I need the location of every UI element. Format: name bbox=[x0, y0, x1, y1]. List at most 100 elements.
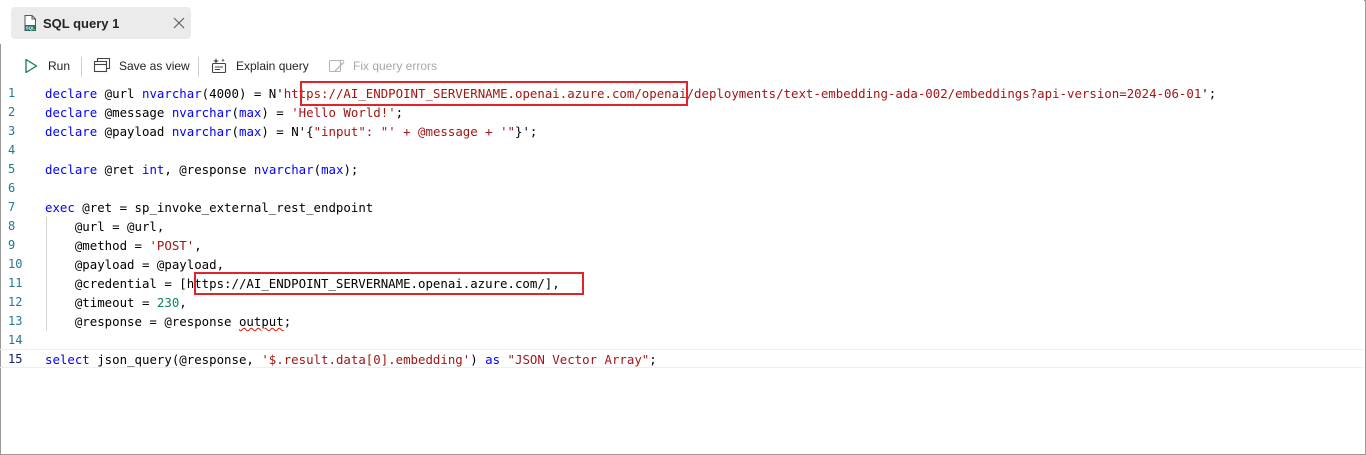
save-view-icon bbox=[93, 57, 111, 73]
code-token: max bbox=[321, 162, 344, 177]
code-token: max bbox=[238, 105, 262, 120]
save-as-view-label: Save as view bbox=[119, 59, 190, 73]
code-text: declare @ret int, @response nvarchar(max… bbox=[45, 160, 358, 179]
tab-sql-query-1[interactable]: SQL SQL query 1 bbox=[11, 7, 191, 39]
toolbar-divider bbox=[198, 57, 199, 77]
code-line[interactable]: 14 bbox=[0, 331, 1364, 350]
code-token: @method = bbox=[45, 238, 150, 253]
code-line[interactable]: 3 declare @payload nvarchar(max) = N'{"in… bbox=[0, 122, 1364, 141]
code-token: ; bbox=[283, 314, 292, 329]
url-highlight-box bbox=[300, 81, 688, 106]
code-token: declare bbox=[45, 86, 98, 101]
explain-query-label: Explain query bbox=[236, 59, 309, 73]
svg-text:SQL: SQL bbox=[26, 26, 36, 31]
code-line[interactable]: 8 @url = @url, bbox=[0, 217, 1364, 236]
save-as-view-button[interactable]: Save as view bbox=[93, 56, 190, 76]
code-token: '; bbox=[1201, 86, 1217, 101]
explain-query-button[interactable]: Explain query bbox=[210, 56, 309, 76]
code-text: @url = @url, bbox=[45, 217, 165, 236]
code-token: ) = bbox=[261, 105, 292, 120]
play-icon bbox=[25, 58, 38, 74]
code-token: (4000) = N' bbox=[201, 86, 284, 101]
code-token: "input": "' + @message + '" bbox=[313, 124, 516, 139]
code-token: ; bbox=[395, 105, 404, 120]
run-button[interactable]: Run bbox=[22, 56, 70, 76]
code-line[interactable]: 6 bbox=[0, 179, 1364, 198]
code-line[interactable]: 13 @response = @response output; bbox=[0, 312, 1364, 331]
code-text: select json_query(@response, '$.result.d… bbox=[45, 350, 657, 369]
code-token: @url = @url, bbox=[45, 219, 165, 234]
wrench-icon bbox=[328, 59, 345, 73]
code-line[interactable]: 7 exec @ret = sp_invoke_external_rest_end… bbox=[0, 198, 1364, 217]
code-token: ) = N'{ bbox=[261, 124, 314, 139]
code-token: nvarchar bbox=[253, 162, 314, 177]
line-number: 8 bbox=[8, 219, 16, 233]
code-line[interactable]: 4 bbox=[0, 141, 1364, 160]
code-token: exec bbox=[45, 200, 75, 215]
code-token: '$.result.data[0].embedding' bbox=[261, 352, 471, 367]
code-token: nvarchar bbox=[171, 105, 232, 120]
fix-query-errors-label: Fix query errors bbox=[353, 59, 438, 73]
code-token: @payload bbox=[97, 124, 172, 139]
line-number: 11 bbox=[8, 276, 23, 290]
line-number: 15 bbox=[8, 352, 23, 366]
code-text: declare @payload nvarchar(max) = N'{"inp… bbox=[45, 122, 537, 141]
code-token: 'POST' bbox=[149, 238, 195, 253]
line-number: 7 bbox=[8, 200, 16, 214]
code-token: , @response bbox=[164, 162, 254, 177]
code-token: @timeout = bbox=[45, 295, 157, 310]
code-token: ; bbox=[649, 352, 657, 367]
close-icon[interactable] bbox=[172, 16, 186, 30]
code-line[interactable]: 12 @timeout = 230, bbox=[0, 293, 1364, 312]
code-token: ( bbox=[231, 105, 239, 120]
code-line[interactable]: 9 @method = 'POST', bbox=[0, 236, 1364, 255]
code-token: int bbox=[141, 162, 165, 177]
line-number: 2 bbox=[8, 105, 16, 119]
line-number: 6 bbox=[8, 181, 16, 195]
code-editor[interactable]: 1 declare @url nvarchar(4000) = N'https:/… bbox=[0, 81, 1364, 454]
code-token: json_query(@response, bbox=[89, 352, 262, 367]
code-token: @payload = @payload, bbox=[45, 257, 225, 272]
code-token: @ret bbox=[97, 162, 142, 177]
toolbar-divider bbox=[81, 57, 82, 77]
credential-highlight-box bbox=[194, 272, 584, 295]
code-token: as bbox=[485, 352, 501, 367]
code-token: output bbox=[238, 314, 284, 329]
line-number: 10 bbox=[8, 257, 23, 271]
code-token: ( bbox=[231, 124, 239, 139]
code-token: declare bbox=[45, 105, 98, 120]
query-toolbar: Run Save as view Explain query Fix query… bbox=[0, 48, 1364, 82]
code-text: exec @ret = sp_invoke_external_rest_endp… bbox=[45, 198, 373, 217]
code-line[interactable]: 5 declare @ret int, @response nvarchar(ma… bbox=[0, 160, 1364, 179]
code-token: 230 bbox=[156, 295, 180, 310]
tab-title: SQL query 1 bbox=[43, 16, 120, 31]
code-text: @timeout = 230, bbox=[45, 293, 187, 312]
code-token: ) bbox=[470, 352, 486, 367]
line-number: 14 bbox=[8, 333, 23, 347]
tab-strip: SQL SQL query 1 bbox=[0, 0, 1364, 44]
sparkle-document-icon bbox=[211, 58, 227, 74]
code-text: @method = 'POST', bbox=[45, 236, 202, 255]
code-token: select bbox=[45, 352, 90, 367]
code-token: declare bbox=[45, 162, 98, 177]
code-token: max bbox=[238, 124, 262, 139]
code-token: ( bbox=[313, 162, 322, 177]
fix-query-errors-button[interactable]: Fix query errors bbox=[327, 56, 437, 76]
run-label: Run bbox=[48, 59, 71, 73]
line-number: 1 bbox=[8, 86, 16, 100]
code-token: @url bbox=[97, 86, 142, 101]
code-token: "JSON Vector Array" bbox=[507, 352, 650, 367]
line-number: 4 bbox=[8, 143, 16, 157]
line-number: 5 bbox=[8, 162, 16, 176]
sql-file-icon: SQL bbox=[24, 15, 36, 31]
line-number: 9 bbox=[8, 238, 16, 252]
code-token: ); bbox=[343, 162, 359, 177]
code-token: }'; bbox=[515, 124, 538, 139]
code-line[interactable]: 15 select json_query(@response, '$.result… bbox=[0, 350, 1364, 369]
code-token: @message bbox=[97, 105, 172, 120]
code-token: nvarchar bbox=[171, 124, 232, 139]
line-number: 3 bbox=[8, 124, 16, 138]
code-token: @response = @response bbox=[45, 314, 239, 329]
line-number: 13 bbox=[8, 314, 23, 328]
